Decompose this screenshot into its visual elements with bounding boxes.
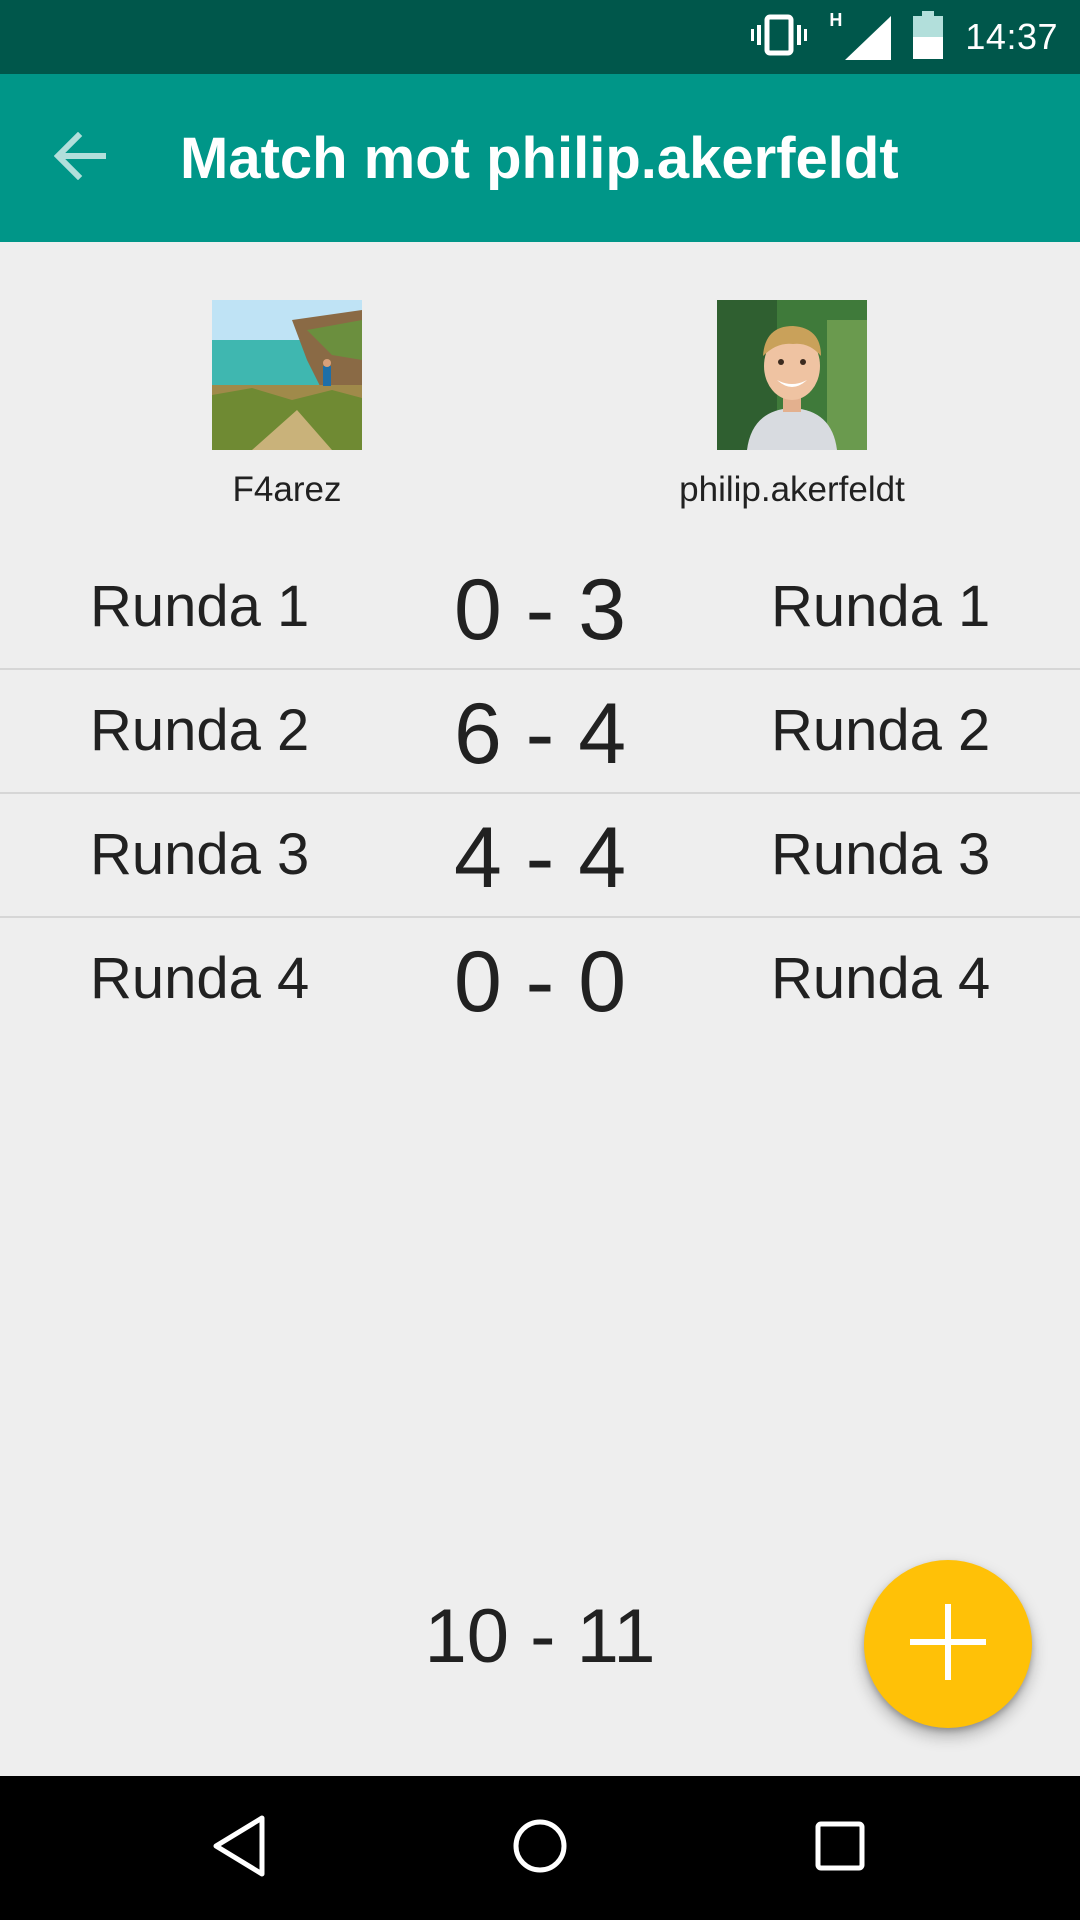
arrow-back-icon: [53, 131, 107, 185]
back-triangle-icon: [210, 1814, 270, 1883]
player-right-avatar[interactable]: [717, 300, 867, 450]
round-score: 4 - 4: [453, 810, 627, 906]
player-left-avatar[interactable]: [212, 300, 362, 450]
round-label-left: Runda 1: [90, 574, 310, 639]
round-label-left: Runda 2: [90, 698, 310, 763]
nav-bar: [0, 1776, 1080, 1920]
home-circle-icon: [510, 1816, 570, 1881]
round-label-left: Runda 4: [90, 946, 310, 1011]
round-row[interactable]: Runda 2 6 - 4 Runda 2: [0, 670, 1080, 794]
round-label-right: Runda 1: [771, 574, 991, 639]
add-round-button[interactable]: [864, 1560, 1032, 1728]
round-label-right: Runda 3: [771, 822, 991, 887]
player-left: F4arez: [97, 300, 477, 510]
round-row[interactable]: Runda 3 4 - 4 Runda 3: [0, 794, 1080, 918]
plus-icon: [910, 1603, 986, 1685]
page-title: Match mot philip.akerfeldt: [180, 126, 899, 191]
vibrate-icon: [751, 13, 808, 62]
battery-icon: [913, 10, 944, 64]
rounds-list: Runda 1 0 - 3 Runda 1 Runda 2 6 - 4 Rund…: [0, 546, 1080, 1040]
recents-square-icon: [812, 1818, 868, 1879]
round-row[interactable]: Runda 1 0 - 3 Runda 1: [0, 546, 1080, 670]
total-score: 10 - 11: [424, 1594, 656, 1679]
player-right-name: philip.akerfeldt: [679, 470, 905, 509]
round-label-left: Runda 3: [90, 822, 310, 887]
nav-recents-button[interactable]: [790, 1798, 890, 1898]
status-icons: H 14:37: [751, 0, 1058, 74]
round-score: 6 - 4: [453, 686, 627, 782]
round-score: 0 - 3: [453, 562, 627, 658]
round-score: 0 - 0: [453, 934, 627, 1030]
player-left-name: F4arez: [232, 470, 342, 509]
nav-back-button[interactable]: [190, 1798, 290, 1898]
round-row[interactable]: Runda 4 0 - 0 Runda 4: [0, 918, 1080, 1040]
round-label-right: Runda 4: [771, 946, 991, 1011]
back-button[interactable]: [40, 118, 120, 198]
nav-home-button[interactable]: [490, 1798, 590, 1898]
round-label-right: Runda 2: [771, 698, 991, 763]
player-right: philip.akerfeldt: [602, 300, 982, 510]
signal-icon: H: [829, 10, 892, 62]
status-bar: H 14:37: [0, 0, 1080, 74]
status-time: 14:37: [965, 16, 1058, 57]
app-bar: Match mot philip.akerfeldt: [0, 74, 1080, 242]
